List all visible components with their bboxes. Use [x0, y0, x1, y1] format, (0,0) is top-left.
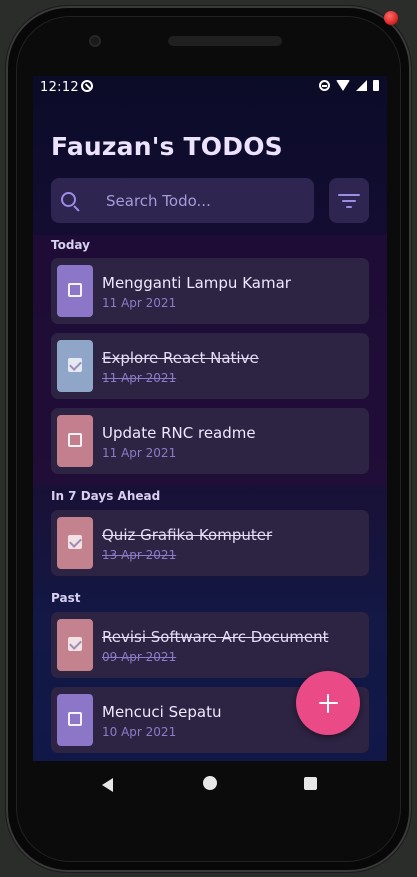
todo-checkbox-area[interactable]: [57, 619, 93, 671]
page-title: Fauzan's TODOS: [51, 132, 283, 161]
todo-card[interactable]: Mengganti Lampu Kamar 11 Apr 2021: [51, 258, 369, 324]
recents-icon[interactable]: [304, 777, 317, 790]
todo-title: Revisi Software Arc Document: [102, 628, 329, 646]
todo-date: 13 Apr 2021: [102, 548, 177, 562]
section-label: Past: [51, 591, 81, 605]
todo-card[interactable]: Revisi Software Arc Document 09 Apr 2021: [51, 612, 369, 678]
filter-icon: [338, 194, 360, 196]
filter-button[interactable]: [329, 178, 369, 223]
todo-date: 11 Apr 2021: [102, 371, 177, 385]
search-bar[interactable]: [51, 178, 314, 223]
earpiece-speaker: [168, 36, 282, 46]
status-time: 12:12: [40, 80, 79, 95]
todo-checkbox-area[interactable]: [57, 340, 93, 392]
todo-card[interactable]: Explore React Native 11 Apr 2021: [51, 333, 369, 399]
add-todo-button[interactable]: [296, 671, 360, 735]
search-input[interactable]: [106, 190, 301, 212]
signal-icon: [356, 80, 367, 91]
todo-title: Update RNC readme: [102, 424, 256, 442]
todo-checkbox-area[interactable]: [57, 517, 93, 569]
todo-date: 10 Apr 2021: [102, 725, 177, 739]
checked-checkbox-icon[interactable]: [68, 637, 82, 651]
section-upcoming: In 7 Days Ahead Quiz Grafika Komputer 13…: [33, 485, 387, 586]
android-nav-bar: [33, 761, 387, 809]
back-icon[interactable]: [102, 778, 113, 792]
todo-date: 11 Apr 2021: [102, 446, 177, 460]
section-today: Today Mengganti Lampu Kamar 11 Apr 2021 …: [33, 235, 387, 485]
checked-checkbox-icon[interactable]: [68, 535, 82, 549]
status-icons: [319, 80, 379, 91]
todo-title: Explore React Native: [102, 349, 259, 367]
todo-checkbox-area[interactable]: [57, 265, 93, 317]
todo-title: Mencuci Sepatu: [102, 703, 222, 721]
wifi-icon: [336, 80, 350, 91]
app-screen: 12:12 Fauzan's TODOS Today Mengganti Lam…: [33, 76, 387, 761]
section-label: In 7 Days Ahead: [51, 489, 161, 503]
battery-icon: [373, 80, 379, 91]
filter-icon-line: [346, 206, 352, 208]
search-icon: [61, 192, 76, 207]
todo-title: Quiz Grafika Komputer: [102, 526, 273, 544]
front-camera: [89, 35, 101, 47]
todo-card[interactable]: Quiz Grafika Komputer 13 Apr 2021: [51, 510, 369, 576]
todo-checkbox-area[interactable]: [57, 694, 93, 746]
blocked-notification-icon: [81, 80, 93, 92]
todo-title: Mengganti Lampu Kamar: [102, 274, 291, 292]
todo-checkbox-area[interactable]: [57, 415, 93, 467]
section-label: Today: [51, 238, 90, 252]
notification-led: [384, 11, 398, 25]
todo-date: 11 Apr 2021: [102, 296, 177, 310]
todo-date: 09 Apr 2021: [102, 650, 177, 664]
filter-icon-line: [342, 200, 356, 202]
checked-checkbox-icon[interactable]: [68, 358, 82, 372]
checkbox-icon[interactable]: [68, 433, 82, 447]
checkbox-icon[interactable]: [68, 712, 82, 726]
home-icon[interactable]: [203, 776, 217, 790]
do-not-disturb-icon: [319, 80, 330, 91]
todo-card[interactable]: Update RNC readme 11 Apr 2021: [51, 408, 369, 474]
checkbox-icon[interactable]: [68, 283, 82, 297]
status-bar: 12:12: [33, 76, 387, 98]
